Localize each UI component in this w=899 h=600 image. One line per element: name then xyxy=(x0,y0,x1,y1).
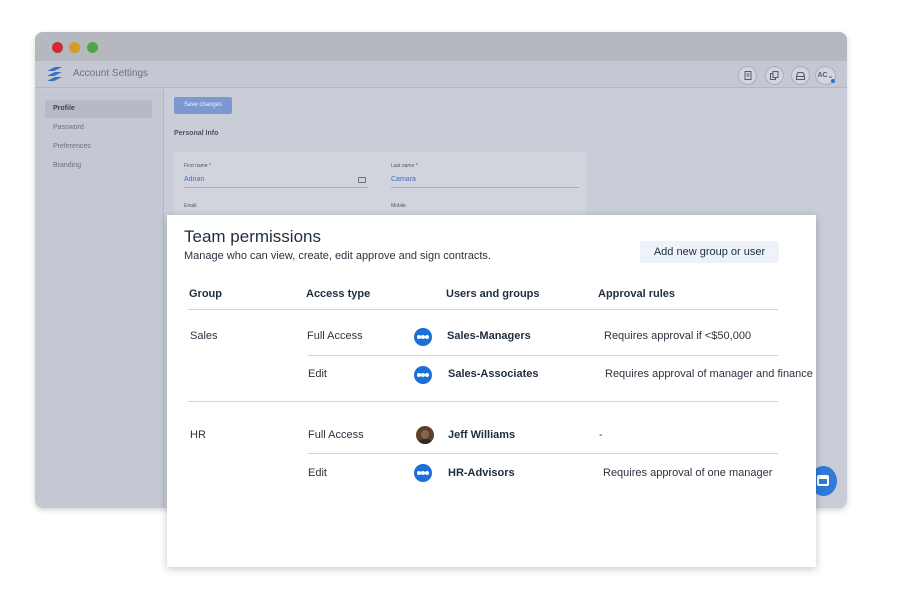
app-title: Account Settings xyxy=(73,68,148,79)
inbox-icon[interactable] xyxy=(791,66,810,85)
sidebar-item-branding[interactable]: Branding xyxy=(45,157,152,175)
last-name-underline xyxy=(391,187,579,188)
access-type-cell: Full Access xyxy=(307,330,363,342)
user-group-icon xyxy=(414,366,432,384)
mobile-label: Mobile xyxy=(391,203,406,209)
access-type-cell: Edit xyxy=(308,467,327,479)
save-changes-button[interactable]: Save changes xyxy=(174,97,232,114)
last-name-field[interactable]: Camara xyxy=(391,176,416,183)
sidebar-item-password[interactable]: Password xyxy=(45,119,152,137)
row-divider xyxy=(308,355,778,356)
approval-rule-cell: - xyxy=(599,429,603,441)
column-header-access-type: Access type xyxy=(306,288,370,300)
row-divider xyxy=(308,453,778,454)
card-title: Team permissions xyxy=(184,227,321,247)
maximize-window-button[interactable] xyxy=(87,42,98,53)
add-group-or-user-button[interactable]: Add new group or user xyxy=(640,241,779,263)
close-window-button[interactable] xyxy=(52,42,63,53)
group-name-sales: Sales xyxy=(190,330,218,342)
access-type-cell: Edit xyxy=(308,368,327,380)
user-avatar-icon xyxy=(416,426,434,444)
column-header-users-and-groups: Users and groups xyxy=(446,288,540,300)
approval-rule-cell: Requires approval if <$50,000 xyxy=(604,330,751,342)
id-card-icon xyxy=(358,177,366,183)
sidebar-item-preferences[interactable]: Preferences xyxy=(45,138,152,156)
email-label: Email xyxy=(184,203,197,209)
minimize-window-button[interactable] xyxy=(69,42,80,53)
chat-icon xyxy=(817,475,829,486)
column-header-approval-rules: Approval rules xyxy=(598,288,675,300)
notification-dot-icon xyxy=(831,79,835,83)
member-sales-associates[interactable]: Sales-Associates xyxy=(448,368,539,380)
approval-rule-cell: Requires approval of manager and finance xyxy=(605,368,813,380)
user-group-icon xyxy=(414,464,432,482)
approval-rule-cell: Requires approval of one manager xyxy=(603,467,772,479)
settings-sidebar: Profile Password Preferences Branding xyxy=(35,89,164,508)
copy-icon[interactable] xyxy=(765,66,784,85)
first-name-label: First name * xyxy=(184,163,211,169)
window-titlebar xyxy=(35,32,847,61)
first-name-field[interactable]: Adrian xyxy=(184,176,204,183)
member-hr-advisors[interactable]: HR-Advisors xyxy=(448,467,515,479)
sidebar-item-profile[interactable]: Profile xyxy=(45,100,152,118)
document-icon[interactable] xyxy=(738,66,757,85)
app-header: Account Settings AC⌄ xyxy=(35,61,847,88)
member-jeff-williams[interactable]: Jeff Williams xyxy=(448,429,515,441)
team-permissions-card: Team permissions Manage who can view, cr… xyxy=(167,215,816,567)
card-subtitle: Manage who can view, create, edit approv… xyxy=(184,250,491,262)
group-name-hr: HR xyxy=(190,429,206,441)
member-sales-managers[interactable]: Sales-Managers xyxy=(447,330,531,342)
last-name-label: Last name * xyxy=(391,163,418,169)
app-logo-icon[interactable] xyxy=(46,67,63,81)
access-type-cell: Full Access xyxy=(308,429,364,441)
user-group-icon xyxy=(414,328,432,346)
first-name-underline xyxy=(184,187,368,188)
user-initials: AC xyxy=(818,72,828,79)
user-avatar[interactable]: AC⌄ xyxy=(815,66,836,85)
section-title: Personal Info xyxy=(174,130,218,137)
column-header-group: Group xyxy=(189,288,222,300)
group-divider xyxy=(188,401,778,402)
header-divider xyxy=(188,309,778,310)
